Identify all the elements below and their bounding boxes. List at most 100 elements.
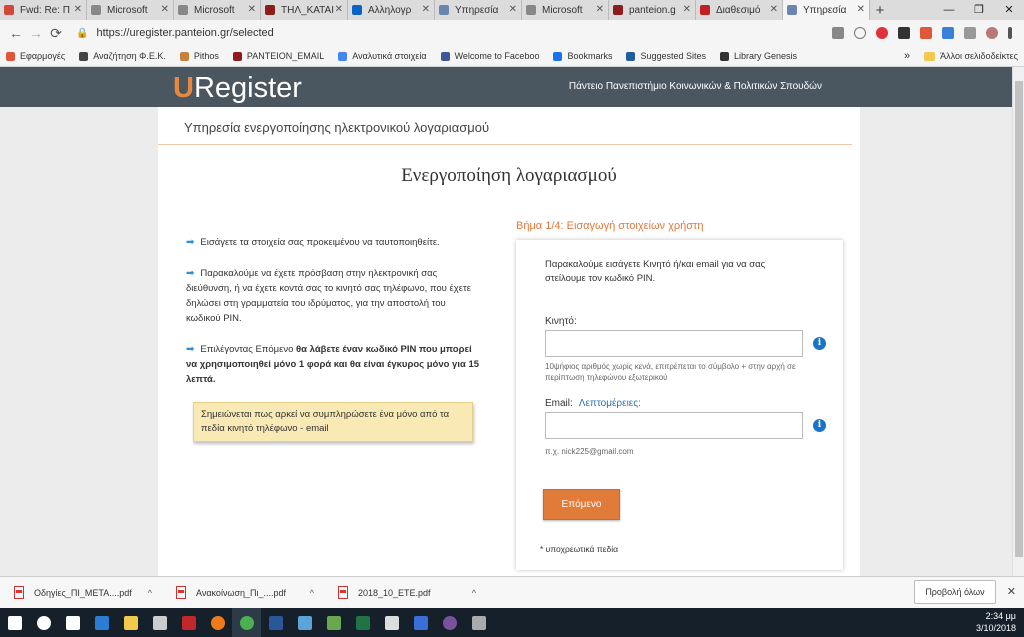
taskbar-word-icon[interactable] bbox=[261, 608, 290, 637]
sc-icon[interactable] bbox=[920, 27, 932, 39]
email-input[interactable] bbox=[545, 412, 803, 439]
start-glyph bbox=[7, 615, 22, 630]
bookmark-icon bbox=[553, 51, 563, 61]
torrent-glyph bbox=[326, 615, 341, 630]
browser-tab[interactable]: Διαθεσιμό ✕ bbox=[696, 0, 783, 20]
star-icon[interactable] bbox=[854, 27, 866, 39]
url-field[interactable]: 🔒 https://uregister.panteion.gr/selected bbox=[76, 27, 832, 39]
bookmark-item[interactable]: PANTEION_EMAIL bbox=[232, 51, 324, 61]
taskbar-mail-icon[interactable] bbox=[377, 608, 406, 637]
maximize-button[interactable]: ❐ bbox=[964, 0, 994, 20]
bookmark-icon bbox=[232, 51, 242, 61]
download-item[interactable]: Οδηγίες_ΠΙ_ΜΕΤΑ....pdf ^ bbox=[0, 586, 162, 599]
chevron-up-icon[interactable]: ^ bbox=[310, 588, 314, 598]
back-icon[interactable]: ← bbox=[6, 25, 26, 41]
scrollbar-thumb[interactable] bbox=[1015, 81, 1023, 557]
browser-tab[interactable]: Υπηρεσία ✕ bbox=[435, 0, 522, 20]
tab-close-icon[interactable]: ✕ bbox=[422, 4, 430, 15]
bookmark-icon bbox=[179, 51, 189, 61]
taskbar-filezilla-icon[interactable] bbox=[174, 608, 203, 637]
bookmark-item[interactable]: Welcome to Faceboo bbox=[440, 51, 539, 61]
ext-blue-icon[interactable] bbox=[942, 27, 954, 39]
taskbar-chrome-icon[interactable] bbox=[232, 608, 261, 637]
bookmark-item[interactable]: Εφαρμογές bbox=[6, 51, 65, 61]
email-help: π.χ. nick225@gmail.com bbox=[545, 447, 634, 456]
tab-close-icon[interactable]: ✕ bbox=[596, 4, 604, 15]
translate-icon[interactable] bbox=[832, 27, 844, 39]
taskbar-excel-icon[interactable] bbox=[348, 608, 377, 637]
details-link[interactable]: Λεπτομέρειες: bbox=[579, 398, 641, 409]
taskbar-task-view-icon[interactable] bbox=[58, 608, 87, 637]
download-item[interactable]: 2018_10_ΕΤΕ.pdf ^ bbox=[324, 586, 486, 599]
bookmark-item[interactable]: Suggested Sites bbox=[626, 51, 706, 61]
taskbar-viber-icon[interactable] bbox=[435, 608, 464, 637]
browser-tab[interactable]: Microsoft ✕ bbox=[522, 0, 609, 20]
tab-close-icon[interactable]: ✕ bbox=[509, 4, 517, 15]
taskbar-app-blue-icon[interactable] bbox=[406, 608, 435, 637]
browser-tab[interactable]: ΤΗΛ_ΚΑΤΑΙ ✕ bbox=[261, 0, 348, 20]
web-page: URegister Πάντειο Πανεπιστήμιο Κοινωνικώ… bbox=[0, 67, 1012, 576]
opera-icon[interactable] bbox=[876, 27, 888, 39]
scrollbar[interactable] bbox=[1012, 67, 1024, 576]
taskbar-torrent-icon[interactable] bbox=[319, 608, 348, 637]
bookmark-label: Bookmarks bbox=[567, 51, 613, 61]
browser-tab[interactable]: Microsoft ✕ bbox=[174, 0, 261, 20]
uregister-logo[interactable]: URegister bbox=[173, 72, 302, 105]
bookmark-item[interactable]: Αναζήτηση Φ.Ε.Κ. bbox=[79, 51, 166, 61]
bookmarks-more[interactable]: » bbox=[904, 50, 910, 62]
system-clock[interactable]: 2:34 μμ 3/10/2018 bbox=[976, 610, 1016, 634]
taskbar-files-icon[interactable] bbox=[290, 608, 319, 637]
browser-tab[interactable]: Υπηρεσία ✕ bbox=[783, 0, 870, 20]
show-all-button[interactable]: Προβολή όλων bbox=[914, 580, 996, 604]
close-window-button[interactable]: ✕ bbox=[994, 0, 1024, 20]
chevron-up-icon[interactable]: ^ bbox=[472, 588, 476, 598]
tab-close-icon[interactable]: ✕ bbox=[161, 4, 169, 15]
reload-icon[interactable]: ⟳ bbox=[46, 25, 66, 42]
tab-close-icon[interactable]: ✕ bbox=[74, 4, 82, 15]
tab-close-icon[interactable]: ✕ bbox=[248, 4, 256, 15]
next-button[interactable]: Επόμενο bbox=[543, 489, 620, 520]
email-info-icon[interactable]: i bbox=[813, 419, 826, 432]
service-subtitle: Υπηρεσία ενεργοποίησης ηλεκτρονικού λογα… bbox=[184, 120, 490, 135]
tab-close-icon[interactable]: ✕ bbox=[770, 4, 778, 15]
tab-close-icon[interactable]: ✕ bbox=[857, 4, 865, 15]
tab-close-icon[interactable]: ✕ bbox=[683, 4, 691, 15]
bookmark-icon bbox=[79, 51, 89, 61]
minimize-button[interactable]: — bbox=[934, 0, 964, 20]
required-note: * υποχρεωτικά πεδία bbox=[540, 544, 619, 554]
mobile-input[interactable] bbox=[545, 330, 803, 357]
taskbar-firefox-icon[interactable] bbox=[203, 608, 232, 637]
bookmark-item[interactable]: Αναλυτικά στοιχεία bbox=[338, 51, 427, 61]
browser-tab[interactable]: Microsoft ✕ bbox=[87, 0, 174, 20]
taskbar-edge-icon[interactable] bbox=[87, 608, 116, 637]
download-item[interactable]: Ανακοίνωση_Πι_....pdf ^ bbox=[162, 586, 324, 599]
tab-label: Διαθεσιμό bbox=[716, 4, 761, 16]
new-tab-button[interactable]: + bbox=[870, 0, 890, 20]
pdf-icon bbox=[176, 586, 186, 599]
taskbar-calculator-icon[interactable] bbox=[145, 608, 174, 637]
tab-close-icon[interactable]: ✕ bbox=[335, 4, 343, 15]
taskbar-app-extra-icon[interactable] bbox=[464, 608, 493, 637]
taskbar-explorer-icon[interactable] bbox=[116, 608, 145, 637]
ext-gray-icon[interactable] bbox=[964, 27, 976, 39]
bookmark-item[interactable]: Library Genesis bbox=[720, 51, 797, 61]
browser-tab[interactable]: Αλληλογρ ✕ bbox=[348, 0, 435, 20]
chrome-glyph bbox=[239, 615, 254, 630]
pdf-icon bbox=[338, 586, 348, 599]
download-label: Οδηγίες_ΠΙ_ΜΕΤΑ....pdf bbox=[34, 587, 132, 598]
mobile-info-icon[interactable]: i bbox=[813, 337, 826, 350]
bookmark-item[interactable]: Pithos bbox=[179, 51, 219, 61]
bookmark-item[interactable]: Bookmarks bbox=[553, 51, 612, 61]
shield-icon[interactable] bbox=[898, 27, 910, 39]
taskbar-start-icon[interactable] bbox=[0, 608, 29, 637]
menu-icon[interactable] bbox=[1008, 27, 1012, 39]
forward-icon[interactable]: → bbox=[26, 25, 46, 41]
taskbar-search-icon[interactable] bbox=[29, 608, 58, 637]
logo-text: Register bbox=[193, 72, 302, 104]
avatar[interactable] bbox=[986, 27, 998, 39]
browser-tab[interactable]: panteion.g ✕ bbox=[609, 0, 696, 20]
close-downloads-icon[interactable]: ✕ bbox=[1007, 585, 1016, 598]
browser-tab[interactable]: Fwd: Re: Π ✕ bbox=[0, 0, 87, 20]
chevron-up-icon[interactable]: ^ bbox=[148, 588, 152, 598]
other-bookmarks[interactable]: Άλλοι σελιδοδείκτες bbox=[940, 51, 1018, 61]
